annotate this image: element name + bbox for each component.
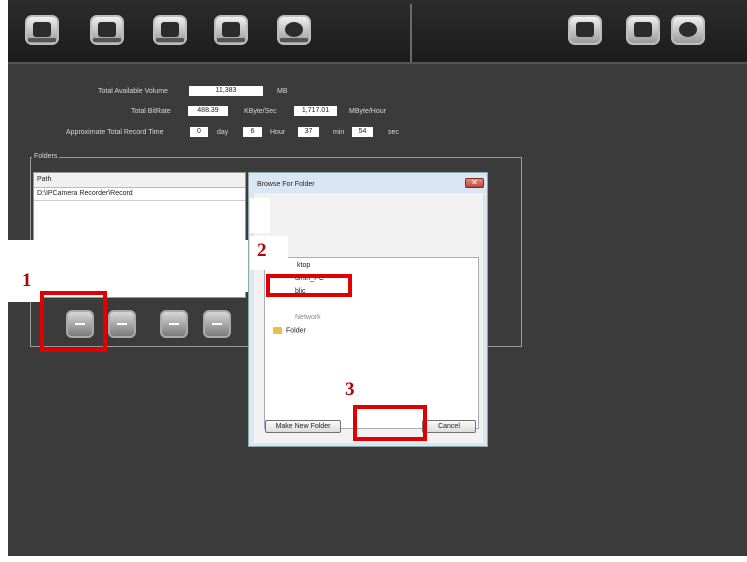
record-hour-unit: Hour [270,129,286,136]
total-available-volume-unit: MB [277,88,288,95]
move-up-button[interactable] [160,310,188,338]
save-button[interactable] [626,15,660,45]
tree-item-folder[interactable]: Folder [273,327,306,334]
dialog-overlay-cover [250,198,270,233]
dialog-overlay-cover-2 [250,236,288,270]
camera-settings-caption [93,38,121,42]
cancel-button[interactable]: Cancel [422,420,476,433]
storage-caption [217,38,245,42]
options-button[interactable] [277,15,311,45]
folders-group-title: Folders [32,153,60,160]
tree-item-desktop[interactable]: ktop [297,262,310,269]
power-button[interactable] [671,15,705,45]
bitrate-mbyte-value: 1,717.01 [294,106,337,116]
camera-icon [33,22,51,37]
step-3-highlight [353,405,427,441]
storage-button[interactable] [214,15,248,45]
step-2-highlight [266,274,352,297]
total-bitrate-label: Total BitRate [131,108,171,115]
minus-icon [117,323,127,325]
arrow-down-icon [212,323,222,325]
close-icon[interactable]: ✕ [465,178,484,188]
toolbar [8,0,747,64]
power-icon [679,22,697,37]
toolbar-divider [410,4,412,62]
keyboard-button[interactable] [568,15,602,45]
record-sec-unit: sec [388,129,399,136]
tree-item-folder-label: Folder [286,327,306,335]
arrow-up-icon [169,323,179,325]
camera-settings-button[interactable] [90,15,124,45]
record-time-label: Approximate Total Record Time [66,129,164,136]
bitrate-mbyte-unit: MByte/Hour [349,108,386,115]
path-column-header[interactable]: Path [34,173,245,188]
options-icon [285,22,303,37]
step-3-label: 3 [345,379,355,400]
save-icon [634,22,652,37]
record-day-value: 0 [190,127,208,137]
camera-button[interactable] [25,15,59,45]
step-1-highlight [40,291,107,352]
options-caption [280,38,308,42]
remove-folder-button[interactable] [108,310,136,338]
camera-settings-icon [98,22,116,37]
recorder-caption [156,38,184,42]
record-day-unit: day [217,129,229,136]
bitrate-kbyte-value: 488.39 [188,106,228,116]
bitrate-kbyte-unit: KByte/Sec [244,108,277,115]
overlay-cover [0,240,262,292]
step-1-label: 1 [22,270,32,291]
record-hour-value: 6 [243,127,262,137]
list-item[interactable]: D:\IPCamera Recorder\Record [34,188,245,201]
total-available-volume-label: Total Available Volume [98,88,168,95]
record-sec-value: 54 [352,127,373,137]
keyboard-icon [576,22,594,37]
recorder-button[interactable] [153,15,187,45]
record-min-unit: min [333,129,345,136]
storage-icon [222,22,240,37]
make-new-folder-button[interactable]: Make New Folder [265,420,341,433]
dialog-title: Browse For Folder [257,181,315,188]
overlay-cover-edge [0,292,40,302]
camera-button-caption [28,38,56,42]
record-min-value: 37 [298,127,319,137]
tree-item-network[interactable]: Network [295,314,321,321]
recorder-icon [161,22,179,37]
total-available-volume-value: 11,383 [189,86,263,96]
move-down-button[interactable] [203,310,231,338]
step-2-label: 2 [257,240,267,261]
folder-icon [273,327,282,334]
